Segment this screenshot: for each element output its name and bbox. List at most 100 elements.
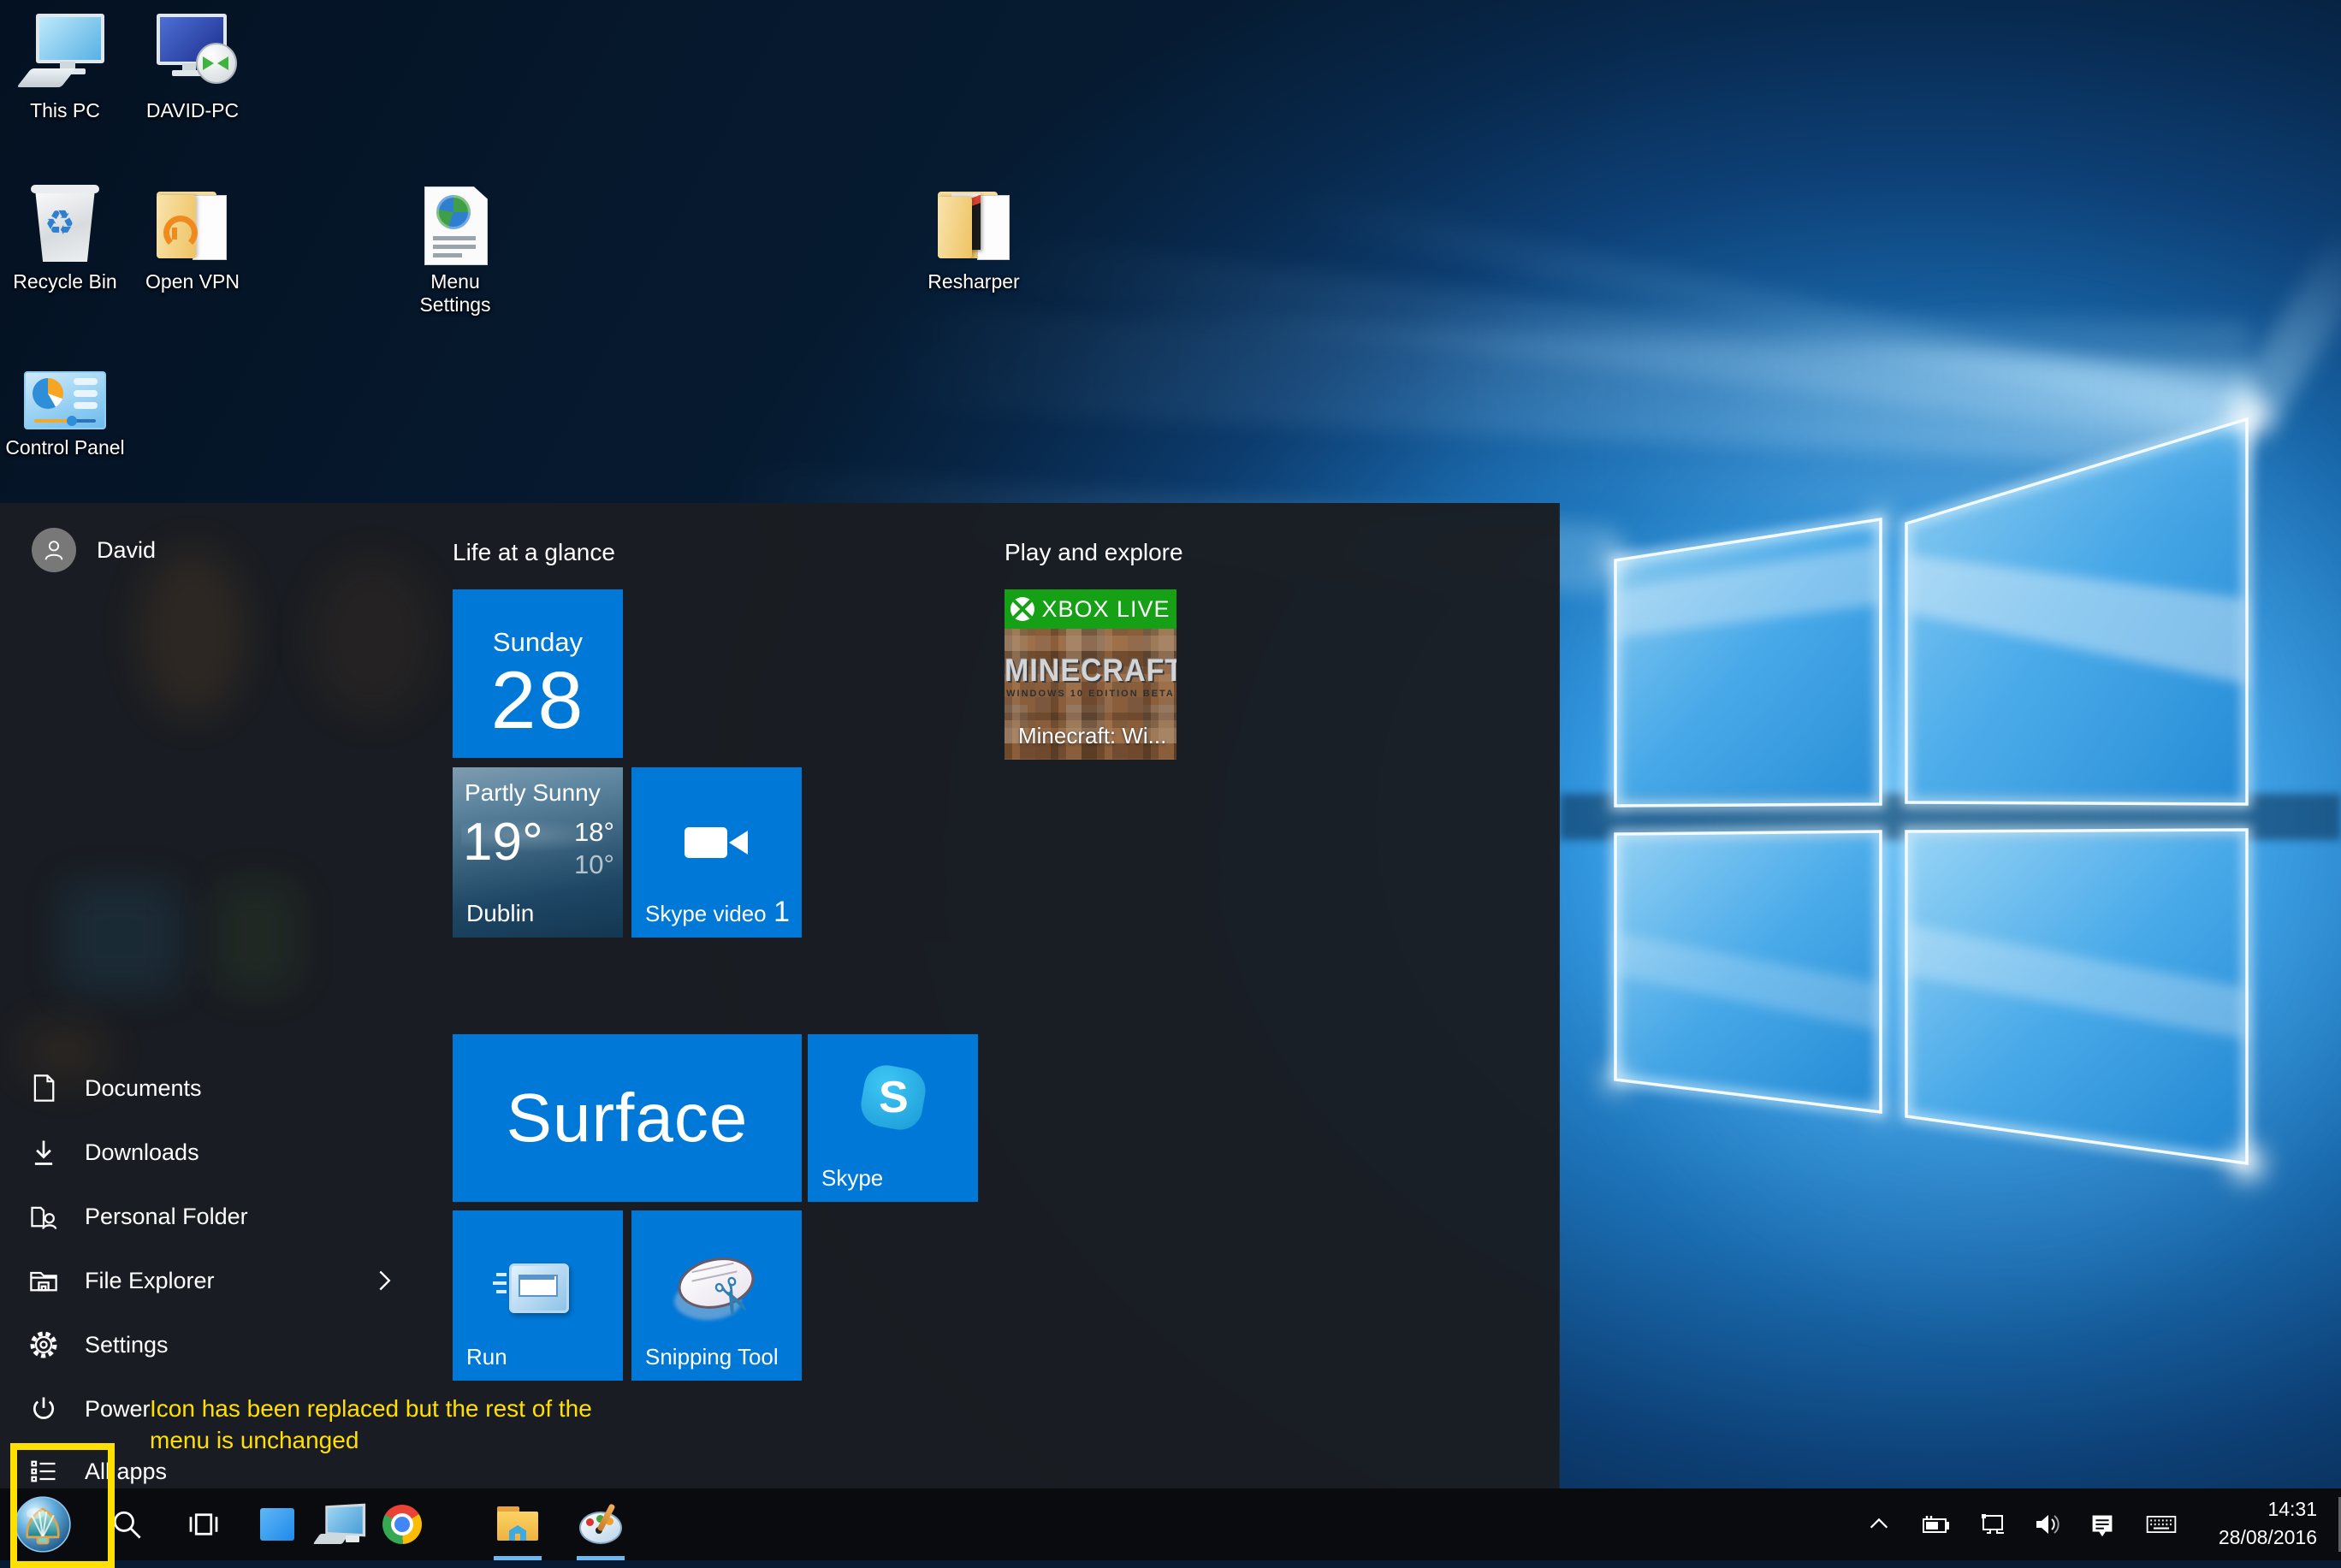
control-panel-icon xyxy=(1,363,129,429)
user-avatar[interactable] xyxy=(32,528,76,572)
desktop-icon-recycle-bin[interactable]: ♻ Recycle Bin xyxy=(1,183,129,293)
sidebar-item-label: Settings xyxy=(85,1332,169,1358)
minecraft-edition: WINDOWS 10 EDITION BETA xyxy=(1005,689,1176,699)
personal-folder-icon xyxy=(28,1201,59,1232)
tile-snipping[interactable]: ✂ Snipping Tool xyxy=(631,1210,802,1381)
desktop-icon-control-panel[interactable]: Control Panel xyxy=(1,363,129,459)
tray-keyboard-button[interactable] xyxy=(2144,1507,2178,1541)
taskbar-app-paint[interactable] xyxy=(575,1488,626,1560)
sidebar-item-label: Personal Folder xyxy=(85,1204,248,1230)
desktop-icon-david-pc[interactable]: DAVID-PC xyxy=(128,12,257,122)
search-icon xyxy=(110,1507,144,1541)
run-label: Run xyxy=(466,1344,507,1370)
tile-run[interactable]: Run xyxy=(453,1210,623,1381)
desktop-icon-label: Open VPN xyxy=(128,270,257,293)
desktop-icon-open-vpn[interactable]: Open VPN xyxy=(128,183,257,293)
weather-low: 10° xyxy=(574,849,614,880)
skype-video-badge: 1 xyxy=(773,896,790,929)
section-title-life: Life at a glance xyxy=(453,539,615,566)
tray-volume-button[interactable] xyxy=(2030,1507,2064,1541)
annotation-highlight-box xyxy=(10,1443,115,1568)
tile-skype[interactable]: S Skype xyxy=(808,1034,978,1202)
taskbar-app-blue[interactable] xyxy=(253,1488,301,1560)
tray-battery-button[interactable] xyxy=(1918,1507,1953,1541)
xbox-live-text: XBOX LIVE xyxy=(1041,596,1170,623)
tray-clock[interactable]: 14:31 28/08/2016 xyxy=(2219,1495,2317,1552)
keyboard-icon xyxy=(2144,1506,2178,1543)
user-name[interactable]: David xyxy=(97,537,156,564)
task-view-button[interactable] xyxy=(178,1488,229,1560)
sidebar-item-downloads[interactable]: Downloads xyxy=(0,1125,402,1180)
blurred-background-icon xyxy=(308,556,436,719)
remote-desktop-icon xyxy=(317,1505,361,1544)
power-icon xyxy=(28,1393,59,1424)
windows-logo xyxy=(1540,342,2341,1249)
network-display-icon xyxy=(1975,1507,2009,1541)
video-camera-icon xyxy=(685,827,727,858)
taskbar-app-chrome[interactable] xyxy=(376,1488,428,1560)
openvpn-folder-icon xyxy=(128,183,257,263)
chrome-icon xyxy=(382,1505,422,1544)
sidebar-item-documents[interactable]: Documents xyxy=(0,1061,402,1115)
tray-chevron-up-button[interactable] xyxy=(1862,1507,1896,1541)
tile-surface[interactable]: Surface xyxy=(453,1034,802,1202)
desktop-icon-menu-settings[interactable]: Menu Settings xyxy=(391,183,519,317)
battery-charging-icon xyxy=(1918,1507,1953,1541)
desktop-icon-resharper[interactable]: Resharper xyxy=(910,183,1038,293)
running-indicator-paint xyxy=(577,1556,625,1560)
snipping-label: Snipping Tool xyxy=(645,1344,779,1370)
remote-desktop-pc-icon xyxy=(128,12,257,92)
chevron-up-icon xyxy=(1866,1512,1892,1537)
task-view-icon xyxy=(187,1507,221,1541)
sidebar-item-label: Documents xyxy=(85,1075,202,1102)
xbox-live-banner: XBOX LIVE xyxy=(1005,589,1176,629)
desktop-icon-label: Resharper xyxy=(910,270,1038,293)
paint-icon xyxy=(579,1505,622,1544)
blurred-background-icon xyxy=(60,881,180,992)
weather-condition: Partly Sunny xyxy=(465,779,601,807)
resharper-folder-icon xyxy=(910,183,1038,263)
desktop-icon-label: Menu Settings xyxy=(404,270,507,317)
file-explorer-taskbar-icon xyxy=(497,1506,538,1542)
sidebar-item-label: File Explorer xyxy=(85,1268,215,1294)
skype-video-label: Skype video xyxy=(645,901,767,927)
xbox-sphere-icon xyxy=(1010,597,1034,621)
clock-date: 28/08/2016 xyxy=(2219,1524,2317,1552)
minecraft-logo: MINECRAFT xyxy=(1005,653,1176,689)
volume-icon xyxy=(2030,1507,2064,1541)
taskbar: 14:31 28/08/2016 xyxy=(0,1488,2341,1560)
blurred-background-icon xyxy=(137,547,248,719)
tray-network-button[interactable] xyxy=(1975,1507,2009,1541)
chevron-right-icon xyxy=(375,1269,394,1293)
desktop-icon-this-pc[interactable]: This PC xyxy=(1,12,129,122)
sidebar-item-settings[interactable]: Settings xyxy=(0,1317,402,1372)
desktop-icon-label: Control Panel xyxy=(1,436,129,459)
skype-label: Skype xyxy=(821,1165,883,1192)
taskbar-app-remote-desktop[interactable] xyxy=(311,1488,366,1560)
gear-icon xyxy=(28,1329,59,1360)
minecraft-label: Minecraft: Wi... xyxy=(1018,723,1166,749)
desktop-icon-label: Recycle Bin xyxy=(1,270,129,293)
sidebar-item-label: Downloads xyxy=(85,1139,199,1166)
sidebar-item-file-explorer[interactable]: File Explorer xyxy=(0,1253,402,1308)
calendar-day: Sunday xyxy=(453,627,623,658)
tile-weather[interactable]: Partly Sunny 19° 18° 10° Dublin xyxy=(453,767,623,938)
annotation-text: Icon has been replaced but the rest of t… xyxy=(150,1393,595,1456)
taskbar-app-file-explorer[interactable] xyxy=(492,1488,543,1560)
run-icon xyxy=(509,1263,569,1313)
weather-temp: 19° xyxy=(463,812,543,873)
skype-logo: S xyxy=(857,1062,928,1133)
snipping-tool-icon: ✂ xyxy=(666,1253,768,1339)
download-icon xyxy=(28,1137,59,1168)
action-center-icon xyxy=(2086,1508,2119,1541)
sidebar-item-personal-folder[interactable]: Personal Folder xyxy=(0,1189,402,1244)
recycle-bin-icon: ♻ xyxy=(1,183,129,263)
tray-action-center-button[interactable] xyxy=(2085,1507,2119,1541)
blue-app-icon xyxy=(260,1508,294,1541)
tile-calendar[interactable]: Sunday 28 xyxy=(453,589,623,758)
tile-minecraft[interactable]: XBOX LIVE MINECRAFT WINDOWS 10 EDITION B… xyxy=(1005,589,1176,760)
html-document-icon xyxy=(391,183,519,263)
tile-skype-video[interactable]: Skype video 1 xyxy=(631,767,802,938)
file-explorer-icon xyxy=(28,1265,59,1296)
running-indicator-file-explorer xyxy=(494,1556,542,1560)
